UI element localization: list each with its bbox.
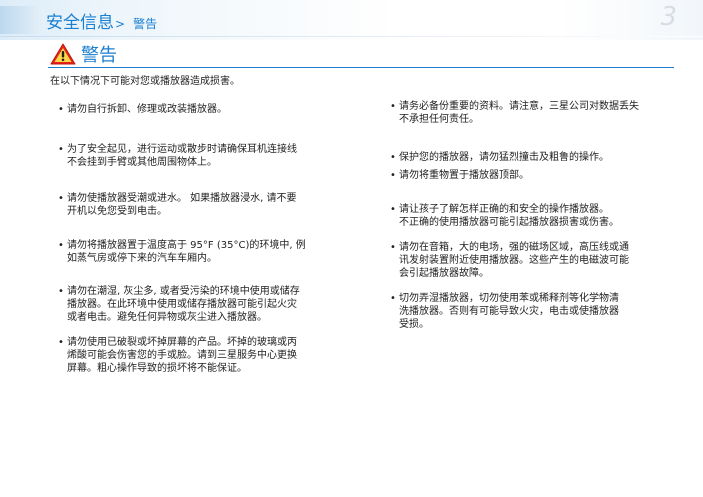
bullet: • xyxy=(390,101,396,112)
item-line: 切勿弄湿播放器，切勿使用苯或稀释剂等化学物清 xyxy=(399,293,619,304)
item-line: 请务必备份重要的资料。请注意，三星公司对数据丢失 xyxy=(399,101,639,112)
breadcrumb: 安全信息> 警告 xyxy=(46,8,157,33)
item-line: 请勿在音箱，大的电场，强的磁场区域，高压线或通 xyxy=(399,242,629,253)
bullet: • xyxy=(58,286,64,297)
list-item-right-4: • 请让孩子了解怎样正确的和安全的操作播放器。 不正确的使用播放器可能引起播放器… xyxy=(390,203,619,229)
breadcrumb-subsection: 警告 xyxy=(133,17,158,31)
bullet: • xyxy=(58,337,64,348)
item-line: 保护您的播放器，请勿猛烈撞击及粗鲁的操作。 xyxy=(399,152,609,163)
header-divider xyxy=(0,36,703,37)
bullet: • xyxy=(390,170,396,181)
item-line: 不会挂到手臂或其他周围物体上。 xyxy=(67,157,217,168)
item-line: 受损。 xyxy=(399,319,429,330)
list-item-left-3: • 请勿使播放器受潮或进水。 如果播放器浸水, 请不要 开机以免您受到电击。 xyxy=(58,192,297,218)
item-line: 屏幕。粗心操作导致的损坏将不能保证。 xyxy=(67,363,247,374)
item-line: 洗播放器。否则有可能导致火灾，电击或使播放器 xyxy=(399,306,619,317)
bullet: • xyxy=(58,240,64,251)
breadcrumb-separator: > xyxy=(115,17,126,31)
item-line: 请勿使播放器受潮或进水。 如果播放器浸水, 请不要 xyxy=(67,193,297,204)
list-item-left-5: • 请勿在潮湿, 灰尘多, 或者受污染的环境中使用或储存 播放器。在此环境中使用… xyxy=(58,285,300,324)
title-rule xyxy=(48,67,674,68)
item-line: 请让孩子了解怎样正确的和安全的操作播放器。 xyxy=(399,204,609,215)
bullet: • xyxy=(58,144,64,155)
item-line: 不正确的使用播放器可能引起播放器损害或伤害。 xyxy=(399,217,619,228)
intro-text: 在以下情况下可能对您或播放器造成损害。 xyxy=(50,76,240,87)
list-item-left-6: • 请勿使用已破裂或坏掉屏幕的产品。坏掉的玻璃或丙 烯酸可能会伤害您的手或脸。请… xyxy=(58,336,297,375)
bullet: • xyxy=(390,293,396,304)
item-line: 不承担任何责任。 xyxy=(399,114,479,125)
page-number: 3 xyxy=(660,2,677,32)
item-line: 请勿自行拆卸、修理或改装播放器。 xyxy=(67,104,227,115)
bullet: • xyxy=(390,242,396,253)
item-line: 烯酸可能会伤害您的手或脸。请到三星服务中心更换 xyxy=(67,350,297,361)
item-line: 请勿在潮湿, 灰尘多, 或者受污染的环境中使用或储存 xyxy=(67,286,300,297)
item-line: 请勿将重物置于播放器顶部。 xyxy=(399,170,529,181)
list-item-right-3: • 请勿将重物置于播放器顶部。 xyxy=(390,169,529,182)
item-line: 为了安全起见，进行运动或散步时请确保耳机连接线 xyxy=(67,144,297,155)
item-line: 或者电击。避免任何异物或灰尘进入播放器。 xyxy=(67,312,267,323)
item-line: 请勿使用已破裂或坏掉屏幕的产品。坏掉的玻璃或丙 xyxy=(67,337,297,348)
item-line: 会引起播放器故障。 xyxy=(399,268,489,279)
bullet: • xyxy=(390,152,396,163)
item-line: 讯发射装置附近使用播放器。这些产生的电磁波可能 xyxy=(399,255,629,266)
header-accent xyxy=(0,6,44,34)
warning-heading: 警告 xyxy=(50,43,117,66)
list-item-left-4: • 请勿将播放器置于温度高于 95°F (35°C)的环境中, 例 如蒸气房或停… xyxy=(58,239,306,265)
manual-page: 安全信息> 警告 3 警告 在以下情况下可能对您或播放器造成损害。 • 请勿自行拆… xyxy=(0,0,703,497)
list-item-right-5: • 请勿在音箱，大的电场，强的磁场区域，高压线或通 讯发射装置附近使用播放器。这… xyxy=(390,241,629,280)
list-item-left-1: • 请勿自行拆卸、修理或改装播放器。 xyxy=(58,103,227,116)
warning-title: 警告 xyxy=(81,45,117,66)
bullet: • xyxy=(390,204,396,215)
item-line: 开机以免您受到电击。 xyxy=(67,206,167,217)
list-item-right-2: • 保护您的播放器，请勿猛烈撞击及粗鲁的操作。 xyxy=(390,151,609,164)
warning-triangle-icon xyxy=(50,43,76,65)
breadcrumb-section[interactable]: 安全信息 xyxy=(46,13,114,33)
bullet: • xyxy=(58,193,64,204)
list-item-right-1: • 请务必备份重要的资料。请注意，三星公司对数据丢失 不承担任何责任。 xyxy=(390,100,639,126)
bullet: • xyxy=(58,104,64,115)
item-line: 如蒸气房或停下来的汽车车厢内。 xyxy=(67,253,217,264)
item-line: 播放器。在此环境中使用或储存播放器可能引起火灾 xyxy=(67,299,297,310)
item-line: 请勿将播放器置于温度高于 95°F (35°C)的环境中, 例 xyxy=(67,240,306,251)
list-item-left-2: • 为了安全起见，进行运动或散步时请确保耳机连接线 不会挂到手臂或其他周围物体上… xyxy=(58,143,297,169)
list-item-right-6: • 切勿弄湿播放器，切勿使用苯或稀释剂等化学物清 洗播放器。否则有可能导致火灾，… xyxy=(390,292,619,331)
